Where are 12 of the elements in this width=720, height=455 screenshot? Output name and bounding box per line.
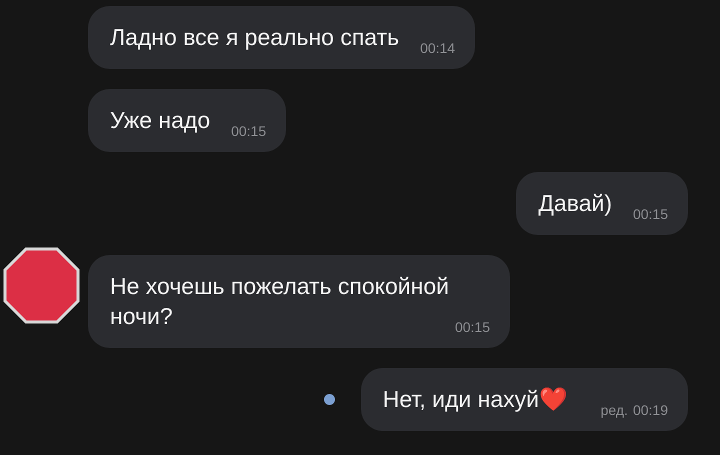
message-text: Не хочешь пожелать спокойной ночи? (110, 273, 449, 329)
avatar-icon (3, 247, 80, 324)
message-time: 00:15 (632, 206, 668, 222)
message-text: Нет, иди нахуй❤ (382, 386, 568, 412)
message-text: Ладно все я реально спать (110, 24, 400, 50)
message-time: 00:19 (632, 402, 668, 418)
message-text: Давай) (538, 190, 612, 216)
message-time: 00:14 (420, 40, 456, 56)
message-time: 00:15 (454, 319, 490, 335)
message-text: Уже надо (110, 107, 210, 133)
edited-label: ред. (600, 402, 628, 418)
message-time: 00:15 (231, 123, 266, 139)
